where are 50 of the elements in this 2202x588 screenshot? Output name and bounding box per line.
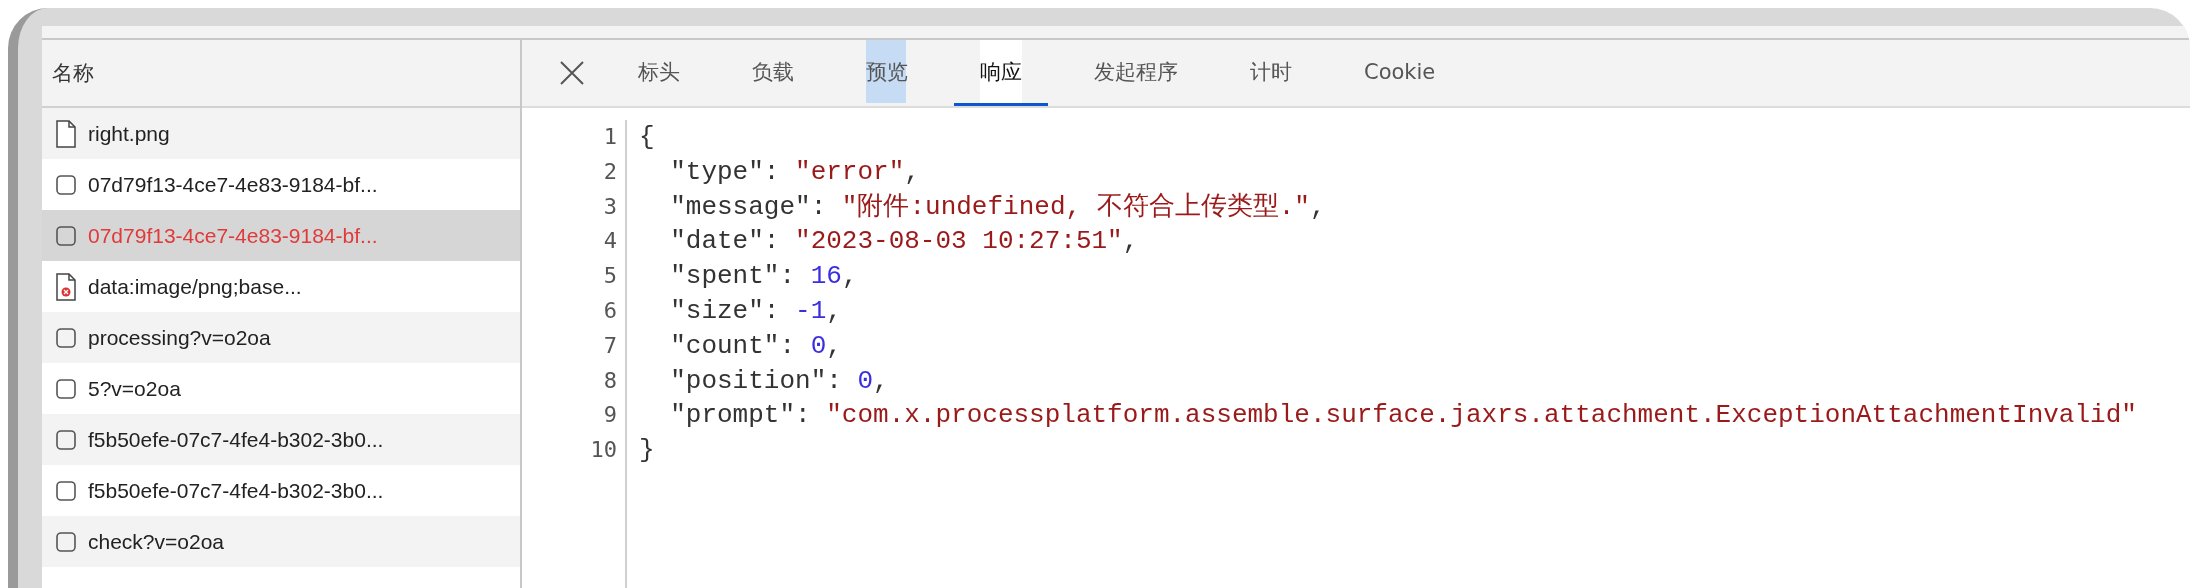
request-row[interactable]: right.png <box>42 108 520 159</box>
code-line: { <box>639 121 656 154</box>
line-number: 8 <box>603 366 617 395</box>
request-icon <box>56 174 76 195</box>
tab[interactable]: 标头 <box>612 40 706 106</box>
line-number: 9 <box>603 401 617 430</box>
request-icon <box>56 378 76 399</box>
code-line: "type": "error", <box>669 155 921 189</box>
code-line: "spent": 16, <box>669 260 859 294</box>
request-icon <box>56 480 76 501</box>
request-icon <box>56 327 76 348</box>
line-number: 2 <box>603 157 617 186</box>
request-name: data:image/png;base... <box>88 274 302 299</box>
request-icon <box>56 429 76 450</box>
tab[interactable]: 计时 <box>1224 40 1318 106</box>
request-row[interactable]: f5b50efe-07c7-4fe4-b302-3b0... <box>42 414 520 465</box>
request-name: check?v=o2oa <box>88 529 225 554</box>
column-header[interactable]: 名称 <box>42 40 520 108</box>
request-name: 07d79f13-4ce7-4e83-9184-bf... <box>88 223 378 248</box>
request-name: processing?v=o2oa <box>88 325 271 350</box>
line-number: 7 <box>603 331 617 360</box>
tab[interactable]: 负载 <box>726 40 820 106</box>
tab[interactable]: Cookie <box>1338 40 1462 106</box>
code-line: "size": -1, <box>669 295 843 328</box>
line-number: 6 <box>603 297 617 325</box>
request-row[interactable]: check?v=o2oa <box>42 516 520 567</box>
code-line: "position": 0, <box>669 364 890 398</box>
file-icon <box>56 119 76 148</box>
request-name: 07d79f13-4ce7-4e83-9184-bf... <box>88 172 378 197</box>
line-number: 1 <box>603 123 617 151</box>
request-icon <box>56 225 76 246</box>
close-icon <box>559 60 585 86</box>
broken-image-icon <box>56 272 76 301</box>
request-name: right.png <box>88 121 170 146</box>
request-name: f5b50efe-07c7-4fe4-b302-3b0... <box>88 427 384 452</box>
request-row[interactable]: processing?v=o2oa <box>42 312 520 363</box>
request-icon <box>56 531 76 552</box>
tab[interactable]: 响应 <box>954 40 1048 106</box>
request-name: 5?v=o2oa <box>88 376 181 401</box>
code-line: "count": 0, <box>669 329 843 363</box>
code-line: } <box>639 434 656 468</box>
code-line: "message": "附件:undefined, 不符合上传类型.", <box>669 190 1327 224</box>
line-number: 10 <box>590 436 617 465</box>
tab[interactable]: 发起程序 <box>1068 40 1204 106</box>
line-number: 5 <box>603 262 617 291</box>
code-line: "prompt": "com.x.processplatform.assemble.surface.jaxrs.attachment.ExceptionAttachmentInvalid" <box>669 399 2137 433</box>
code-line: "date": "2023-08-03 10:27:51", <box>669 225 1140 259</box>
line-number: 4 <box>603 227 617 256</box>
line-number: 3 <box>603 192 617 221</box>
request-name: f5b50efe-07c7-4fe4-b302-3b0... <box>88 478 384 503</box>
